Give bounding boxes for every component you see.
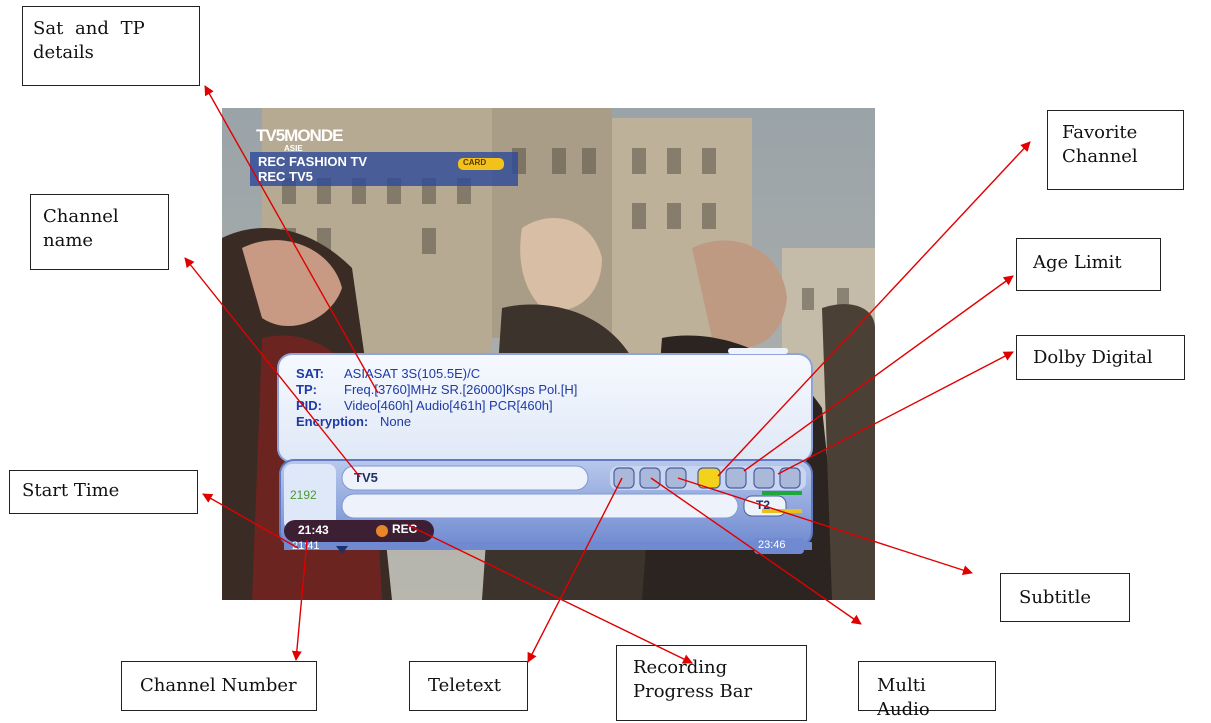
callout-dolby-label: Dolby Digital (1033, 347, 1153, 368)
current-time: 21:43 (298, 523, 329, 537)
rec-item-fashion-tv: REC FASHION TV (258, 154, 368, 169)
callout-channel-number-label: Channel Number (140, 675, 297, 696)
callout-dolby: Dolby Digital (1016, 335, 1185, 380)
tuner-label: T2 (756, 498, 771, 512)
callout-sat-tp-line1: Sat and TP (33, 18, 145, 39)
callout-recording-progress-line1: Recording (633, 657, 728, 678)
sat-label: SAT: (296, 366, 324, 381)
callout-start-time-label: Start Time (22, 480, 120, 501)
callout-favorite: Favorite Channel (1047, 110, 1184, 190)
rec-item-tv5: REC TV5 (258, 169, 313, 184)
encryption-value: None (380, 414, 412, 429)
pid-label: PID: (296, 398, 322, 413)
callout-recording-progress: Recording Progress Bar (616, 645, 807, 721)
callout-sat-tp-line2: details (33, 42, 94, 64)
callout-start-time: Start Time (9, 470, 198, 514)
sat-value: ASIASAT 3S(105.5E)/C (344, 366, 481, 381)
callout-favorite-line1: Favorite (1062, 122, 1138, 143)
callout-multi-audio-label: Multi Audio (877, 675, 930, 721)
start-time: 21:41 (292, 540, 320, 552)
callout-sat-tp: Sat and TP details (22, 6, 200, 86)
callout-age-limit-label: Age Limit (1033, 252, 1122, 273)
channel-name: TV5 (354, 470, 378, 485)
broadcaster-logo: TV5MONDE (256, 126, 343, 145)
rec-indicator: REC (392, 522, 418, 536)
callout-subtitle-label: Subtitle (1019, 587, 1092, 608)
callout-favorite-line2: Channel (1062, 146, 1138, 168)
tp-label: TP: (296, 382, 317, 397)
callout-teletext: Teletext (409, 661, 528, 711)
callout-recording-progress-line2: Progress Bar (633, 681, 753, 703)
callout-teletext-label: Teletext (428, 675, 501, 696)
tv-screenshot: TV5MONDE ASIE REC FASHION TV CARD REC TV… (222, 108, 875, 600)
callout-channel-name: Channel name (30, 194, 169, 270)
broadcaster-logo-sub: ASIE (284, 144, 303, 153)
card-badge: CARD (463, 158, 487, 167)
callout-multi-audio: Multi Audio (858, 661, 996, 720)
callout-channel-number: Channel Number (121, 661, 317, 711)
channel-number: 2192 (290, 488, 317, 502)
callout-channel-name-line1: Channel (43, 206, 119, 227)
encryption-label: Encryption: (296, 414, 369, 429)
callout-subtitle: Subtitle (1000, 573, 1130, 622)
callout-age-limit: Age Limit (1016, 238, 1161, 291)
tp-value: Freq.[3760]MHz SR.[26000]Ksps Pol.[H] (344, 382, 578, 397)
pid-value: Video[460h] Audio[461h] PCR[460h] (344, 398, 553, 413)
end-time: 23:46 (758, 539, 786, 551)
callout-channel-name-line2: name (43, 230, 94, 252)
